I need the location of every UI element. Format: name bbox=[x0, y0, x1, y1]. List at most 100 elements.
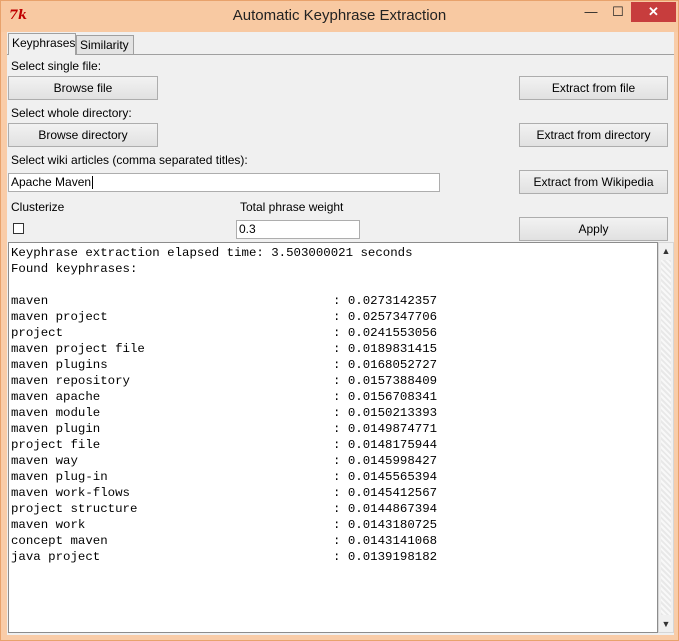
keyphrase-name: maven plugin bbox=[11, 422, 101, 436]
keyphrase-row: maven plugins: 0.0168052727 bbox=[11, 357, 657, 373]
keyphrase-row: maven project: 0.0257347706 bbox=[11, 309, 657, 325]
found-keyphrases-line: Found keyphrases: bbox=[11, 262, 138, 276]
browse-directory-button[interactable]: Browse directory bbox=[8, 123, 158, 147]
keyphrase-score: 0.0241553056 bbox=[347, 326, 438, 340]
apply-button[interactable]: Apply bbox=[519, 217, 668, 241]
keyphrase-name: maven plugins bbox=[11, 358, 108, 372]
keyphrase-separator: : bbox=[333, 326, 348, 340]
title-bar[interactable]: 7k Automatic Keyphrase Extraction — ☐ ✕ bbox=[1, 1, 678, 32]
keyphrase-name: maven apache bbox=[11, 390, 101, 404]
keyphrase-score: 0.0257347706 bbox=[347, 310, 438, 324]
extract-from-wikipedia-button[interactable]: Extract from Wikipedia bbox=[519, 170, 668, 194]
keyphrase-separator: : bbox=[333, 518, 348, 532]
keyphrase-row: maven module: 0.0150213393 bbox=[11, 405, 657, 421]
keyphrase-separator: : bbox=[333, 342, 348, 356]
keyphrase-row: project file: 0.0148175944 bbox=[11, 437, 657, 453]
keyphrase-name: maven way bbox=[11, 454, 78, 468]
output-scrollbar[interactable]: ▲ ▼ bbox=[658, 242, 674, 633]
keyphrase-row: maven plug-in: 0.0145565394 bbox=[11, 469, 657, 485]
phrase-weight-input[interactable]: 0.3 bbox=[236, 220, 360, 239]
keyphrase-score: 0.0189831415 bbox=[347, 342, 438, 356]
keyphrase-row: maven: 0.0273142357 bbox=[11, 293, 657, 309]
keyphrase-row: maven apache: 0.0156708341 bbox=[11, 389, 657, 405]
app-window: 7k Automatic Keyphrase Extraction — ☐ ✕ … bbox=[0, 0, 679, 641]
keyphrase-separator: : bbox=[333, 422, 348, 436]
keyphrase-output-text[interactable]: Keyphrase extraction elapsed time: 3.503… bbox=[8, 242, 658, 633]
keyphrase-separator: : bbox=[333, 294, 348, 308]
keyphrase-score: 0.0144867394 bbox=[347, 502, 438, 516]
keyphrase-separator: : bbox=[333, 502, 348, 516]
keyphrase-row: maven plugin: 0.0149874771 bbox=[11, 421, 657, 437]
keyphrase-separator: : bbox=[333, 358, 348, 372]
keyphrase-score: 0.0145565394 bbox=[347, 470, 438, 484]
keyphrase-separator: : bbox=[333, 470, 348, 484]
keyphrase-row: java project: 0.0139198182 bbox=[11, 549, 657, 565]
single-file-label: Select single file: bbox=[11, 59, 102, 73]
extract-from-directory-button[interactable]: Extract from directory bbox=[519, 123, 668, 147]
tab-similarity[interactable]: Similarity bbox=[76, 35, 134, 54]
keyphrase-separator: : bbox=[333, 310, 348, 324]
directory-label: Select whole directory: bbox=[11, 106, 132, 120]
keyphrase-row: project structure: 0.0144867394 bbox=[11, 501, 657, 517]
keyphrase-score: 0.0139198182 bbox=[347, 550, 438, 564]
tab-keyphrases[interactable]: Keyphrases bbox=[8, 33, 76, 55]
keyphrase-name: project file bbox=[11, 438, 101, 452]
scrollbar-track[interactable] bbox=[661, 260, 671, 615]
keyphrase-row: project: 0.0241553056 bbox=[11, 325, 657, 341]
keyphrase-separator: : bbox=[333, 454, 348, 468]
maximize-button[interactable]: ☐ bbox=[605, 2, 631, 22]
keyphrase-name: maven repository bbox=[11, 374, 130, 388]
clusterize-label: Clusterize bbox=[11, 200, 65, 214]
clusterize-checkbox[interactable] bbox=[13, 223, 24, 234]
wiki-articles-input[interactable]: Apache Maven bbox=[8, 173, 440, 192]
keyphrase-separator: : bbox=[333, 486, 348, 500]
wiki-articles-input-value: Apache Maven bbox=[11, 175, 92, 189]
text-cursor bbox=[92, 176, 94, 190]
keyphrase-separator: : bbox=[333, 374, 348, 388]
keyphrase-score: 0.0145998427 bbox=[347, 454, 438, 468]
keyphrase-name: maven plug-in bbox=[11, 470, 108, 484]
keyphrase-score: 0.0143141068 bbox=[347, 534, 438, 548]
keyphrase-score: 0.0157388409 bbox=[347, 374, 438, 388]
keyphrase-name: maven module bbox=[11, 406, 101, 420]
keyphrase-separator: : bbox=[333, 438, 348, 452]
keyphrase-score: 0.0149874771 bbox=[347, 422, 438, 436]
minimize-button[interactable]: — bbox=[578, 2, 604, 22]
keyphrase-separator: : bbox=[333, 534, 348, 548]
keyphrase-score: 0.0168052727 bbox=[347, 358, 438, 372]
wiki-articles-label: Select wiki articles (comma separated ti… bbox=[11, 153, 248, 167]
keyphrase-row: maven repository: 0.0157388409 bbox=[11, 373, 657, 389]
extract-from-file-button[interactable]: Extract from file bbox=[519, 76, 668, 100]
keyphrase-separator: : bbox=[333, 390, 348, 404]
keyphrase-separator: : bbox=[333, 406, 348, 420]
keyphrase-score: 0.0148175944 bbox=[347, 438, 438, 452]
keyphrase-name: concept maven bbox=[11, 534, 108, 548]
keyphrase-row: maven way: 0.0145998427 bbox=[11, 453, 657, 469]
scroll-up-arrow-icon[interactable]: ▲ bbox=[659, 243, 673, 259]
keyphrase-score: 0.0143180725 bbox=[347, 518, 438, 532]
keyphrase-row: maven work-flows: 0.0145412567 bbox=[11, 485, 657, 501]
keyphrase-row: concept maven: 0.0143141068 bbox=[11, 533, 657, 549]
keyphrase-score: 0.0156708341 bbox=[347, 390, 438, 404]
window-title: Automatic Keyphrase Extraction bbox=[232, 7, 447, 24]
keyphrase-separator: : bbox=[333, 550, 348, 564]
keyphrase-name: maven project file bbox=[11, 342, 145, 356]
keyphrase-name: maven work bbox=[11, 518, 86, 532]
keyphrase-name: maven bbox=[11, 294, 49, 308]
keyphrase-row: maven project file: 0.0189831415 bbox=[11, 341, 657, 357]
keyphrase-list: maven: 0.0273142357 maven project: 0.0257… bbox=[11, 293, 657, 565]
elapsed-time-line: Keyphrase extraction elapsed time: 3.503… bbox=[11, 246, 413, 260]
phrase-weight-label: Total phrase weight bbox=[240, 200, 344, 214]
keyphrase-name: maven work-flows bbox=[11, 486, 130, 500]
keyphrase-name: project bbox=[11, 326, 64, 340]
keyphrase-score: 0.0150213393 bbox=[347, 406, 438, 420]
keyphrase-row: maven work: 0.0143180725 bbox=[11, 517, 657, 533]
keyphrase-name: java project bbox=[11, 550, 101, 564]
browse-file-button[interactable]: Browse file bbox=[8, 76, 158, 100]
keyphrase-score: 0.0273142357 bbox=[347, 294, 438, 308]
window-client-area: Keyphrases Similarity Select single file… bbox=[7, 32, 674, 635]
scroll-down-arrow-icon[interactable]: ▼ bbox=[659, 616, 673, 632]
keyphrase-score: 0.0145412567 bbox=[347, 486, 438, 500]
close-button[interactable]: ✕ bbox=[631, 2, 676, 22]
